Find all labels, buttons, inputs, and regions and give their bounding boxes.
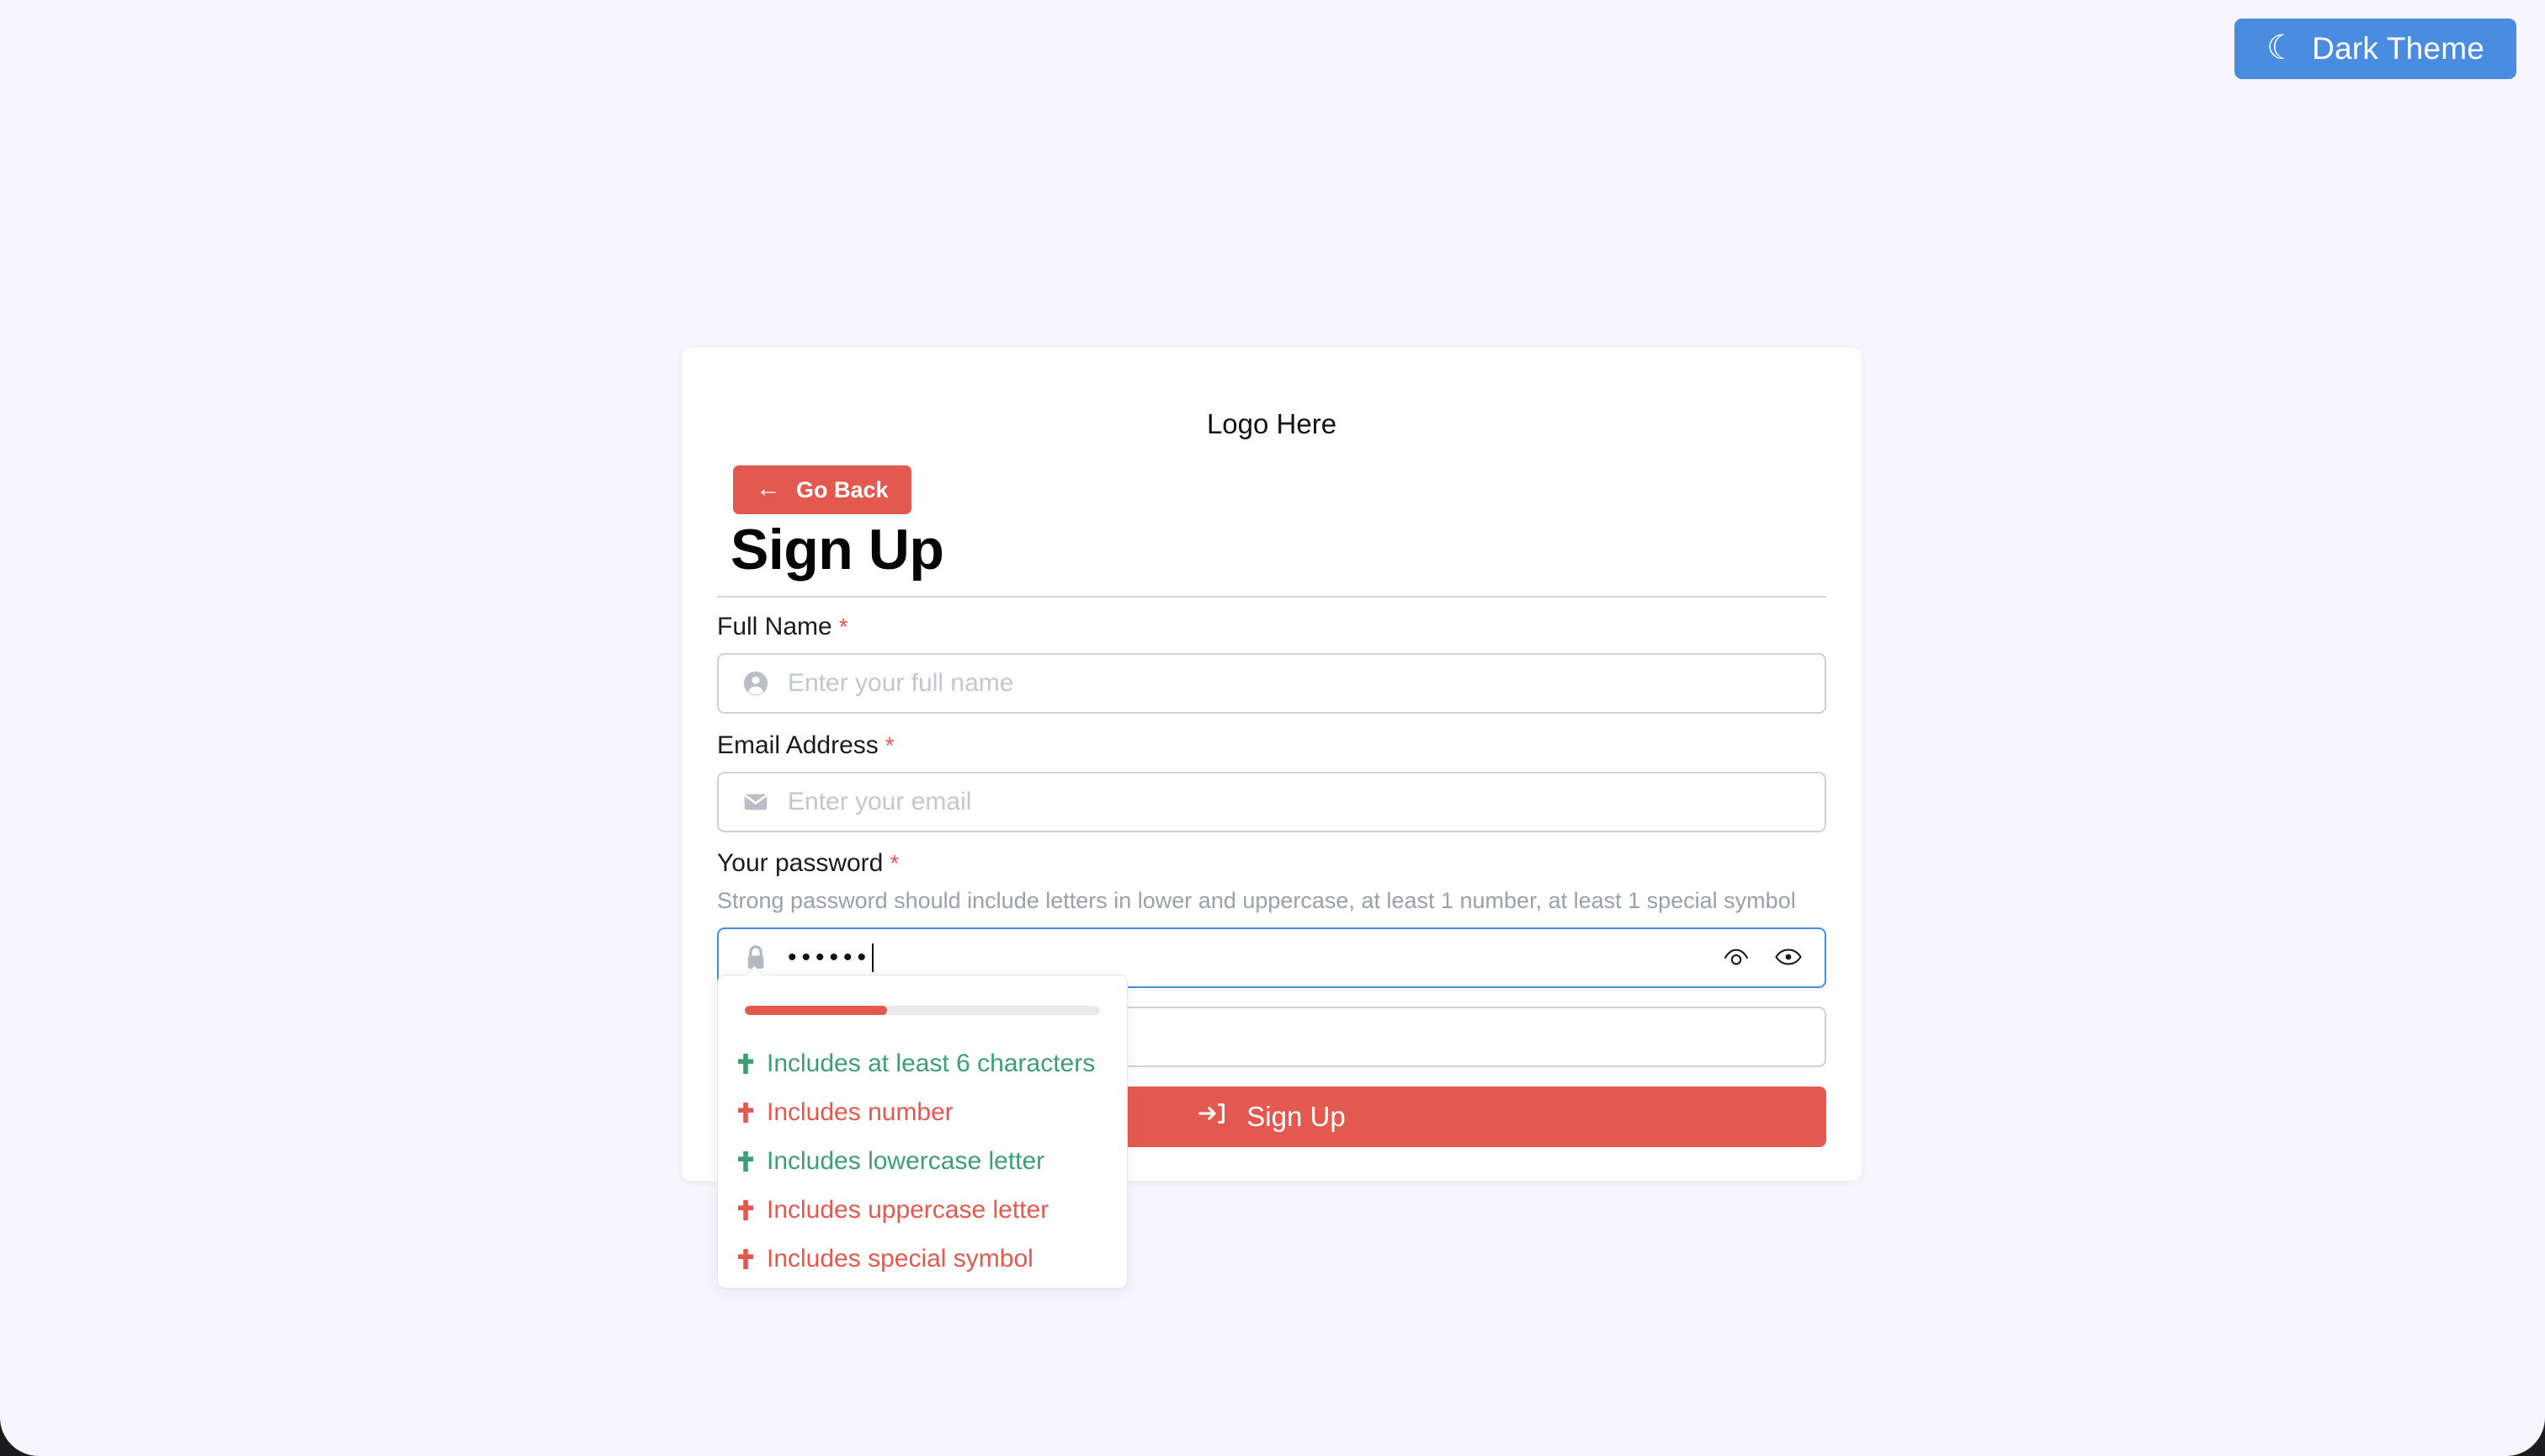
logo-placeholder-text: Logo Here (1206, 408, 1337, 439)
password-rule-label: Includes uppercase letter (767, 1196, 1049, 1224)
full-name-input[interactable]: Enter your full name (788, 669, 1825, 698)
cross-check-icon (736, 1198, 755, 1222)
cross-check-icon (736, 1101, 755, 1124)
user-icon (739, 669, 773, 698)
popup-caret (746, 965, 764, 975)
password-rule-item: Includes at least 6 characters (736, 1039, 1115, 1088)
required-asterisk: * (885, 732, 895, 758)
password-strength-track (745, 1006, 1100, 1015)
password-label-text: Your password (717, 849, 884, 877)
full-name-label-text: Full Name (717, 613, 832, 640)
cross-check-icon (736, 1247, 755, 1271)
required-asterisk: * (838, 614, 848, 640)
password-rule-label: Includes lowercase letter (767, 1147, 1045, 1175)
full-name-input-wrap[interactable]: Enter your full name (717, 653, 1826, 714)
dark-theme-toggle-label: Dark Theme (2312, 31, 2484, 66)
password-strength-fill (745, 1006, 887, 1015)
cross-check-icon (736, 1150, 755, 1173)
arrow-left-icon: ← (756, 475, 781, 502)
text-cursor (872, 943, 874, 973)
go-back-label: Go Back (796, 476, 889, 502)
password-rule-item: Includes special symbol (736, 1235, 1115, 1283)
email-label: Email Address * (717, 733, 1826, 758)
go-back-button[interactable]: ← Go Back (733, 465, 911, 514)
password-rule-label: Includes special symbol (767, 1245, 1033, 1273)
password-rule-item: Includes lowercase letter (736, 1137, 1115, 1186)
email-input[interactable]: Enter your email (788, 788, 1825, 816)
password-rule-item: Includes uppercase letter (736, 1186, 1115, 1235)
moon-icon: ☾ (2266, 29, 2298, 66)
eye-off-icon (1722, 946, 1751, 970)
sign-in-icon (1198, 1099, 1228, 1135)
eye-icon (1774, 947, 1803, 970)
dark-theme-toggle-button[interactable]: ☾ Dark Theme (2234, 19, 2516, 79)
password-label: Your password * (717, 851, 1826, 876)
password-strength-popup: Includes at least 6 characters Includes n… (717, 975, 1128, 1289)
header-divider (717, 596, 1826, 598)
cross-check-icon (736, 1052, 755, 1076)
envelope-icon (739, 789, 773, 816)
password-visibility-controls (1722, 929, 1803, 986)
page-title: Sign Up (731, 518, 944, 582)
password-rules-list: Includes at least 6 characters Includes n… (736, 1039, 1115, 1283)
email-label-text: Email Address (717, 731, 879, 759)
password-hint-text: Strong password should include letters i… (717, 888, 1796, 913)
full-name-label: Full Name * (717, 614, 1826, 640)
page-root: ☾ Dark Theme Logo Here ← Go Back Sign Up… (0, 0, 2545, 1456)
sign-up-submit-label: Sign Up (1246, 1101, 1346, 1133)
eye-icon-button[interactable] (1774, 947, 1803, 970)
password-input[interactable]: •••••• (788, 943, 874, 973)
eye-off-icon-button[interactable] (1722, 946, 1751, 970)
password-rule-label: Includes number (767, 1098, 954, 1126)
password-masked-value: •••••• (788, 943, 872, 972)
password-rule-label: Includes at least 6 characters (767, 1049, 1096, 1077)
email-input-wrap[interactable]: Enter your email (717, 772, 1826, 832)
required-asterisk: * (890, 850, 900, 876)
password-rule-item: Includes number (736, 1088, 1115, 1137)
